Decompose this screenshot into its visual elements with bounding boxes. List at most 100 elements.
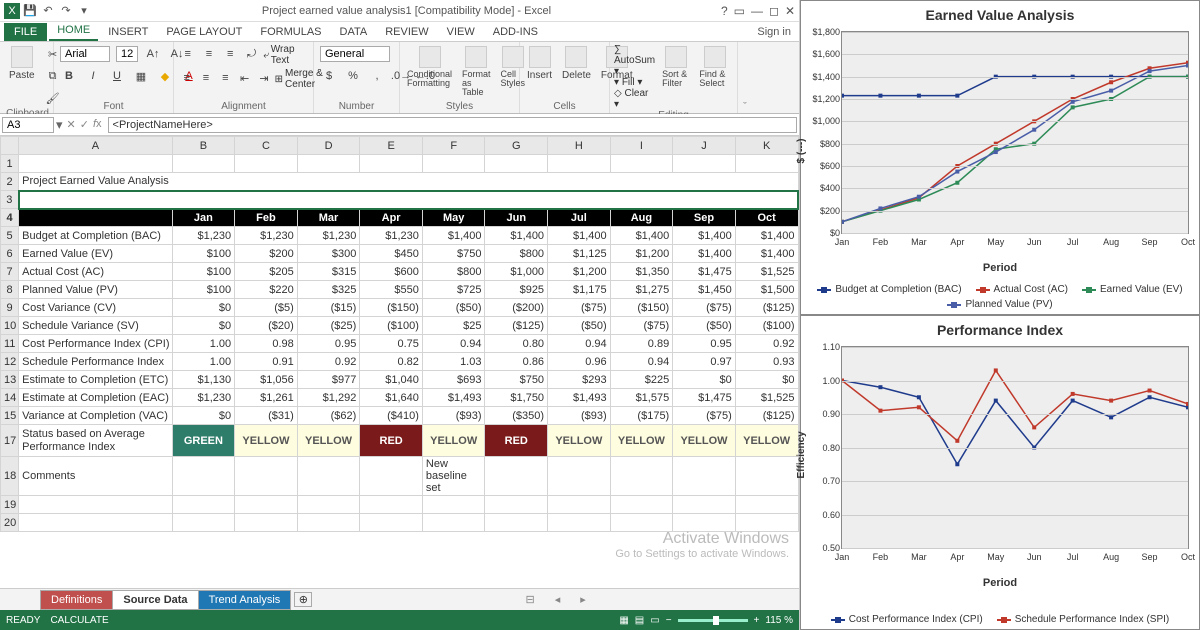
data-cell[interactable]: $1,400 [548,227,611,245]
fill-color-button[interactable]: ◆ [154,66,176,86]
status-cell[interactable]: YELLOW [235,425,298,457]
redo-icon[interactable]: ↷ [58,3,74,19]
data-cell[interactable]: $1,130 [172,371,235,389]
status-cell[interactable]: YELLOW [610,425,673,457]
row-header-14[interactable]: 14 [1,389,19,407]
comment-cell[interactable] [235,457,298,496]
data-cell[interactable]: $1,230 [235,227,298,245]
comment-cell[interactable] [735,457,798,496]
view-page-layout-icon[interactable]: ▤ [635,615,644,626]
italic-button[interactable]: I [82,66,104,86]
data-cell[interactable]: $977 [297,371,360,389]
comment-cell[interactable] [548,457,611,496]
data-cell[interactable]: $200 [235,245,298,263]
qat-dropdown-icon[interactable]: ▾ [76,3,92,19]
delete-cells-button[interactable]: Delete [559,44,594,83]
data-cell[interactable]: ($75) [673,299,736,317]
tab-home[interactable]: HOME [49,21,98,41]
data-cell[interactable]: 0.96 [548,353,611,371]
data-cell[interactable]: $1,400 [610,227,673,245]
data-cell[interactable]: $1,400 [422,227,485,245]
data-cell[interactable]: $1,040 [360,371,423,389]
row-header-19[interactable]: 19 [1,496,19,514]
data-cell[interactable]: $1,400 [673,245,736,263]
data-cell[interactable]: $225 [610,371,673,389]
data-cell[interactable]: ($75) [673,407,736,425]
data-cell[interactable]: ($175) [610,407,673,425]
accounting-icon[interactable]: $ [318,66,340,86]
col-header-G[interactable]: G [485,137,548,155]
data-cell[interactable]: $1,400 [735,245,798,263]
data-cell[interactable]: ($62) [297,407,360,425]
sort-filter-button[interactable]: Sort & Filter [659,44,692,90]
data-cell[interactable]: 0.89 [610,335,673,353]
col-header-A[interactable]: A [19,137,172,155]
data-cell[interactable]: $100 [172,245,235,263]
insert-cells-button[interactable]: Insert [524,44,555,83]
conditional-formatting-button[interactable]: Conditional Formatting [404,44,455,90]
zoom-in-icon[interactable]: + [754,615,760,626]
col-header-C[interactable]: C [235,137,298,155]
view-page-break-icon[interactable]: ▭ [650,615,659,626]
data-cell[interactable]: $0 [172,407,235,425]
data-cell[interactable]: 0.94 [422,335,485,353]
tab-insert[interactable]: INSERT [100,23,156,41]
zoom-slider[interactable] [678,619,748,622]
increase-indent-icon[interactable]: ⇥ [255,68,272,88]
data-cell[interactable]: $1,230 [172,227,235,245]
restore-icon[interactable]: ◻ [769,4,779,18]
data-cell[interactable]: $0 [172,317,235,335]
comment-cell[interactable] [297,457,360,496]
data-cell[interactable]: ($100) [360,317,423,335]
data-cell[interactable]: $1,200 [548,263,611,281]
data-cell[interactable]: $693 [422,371,485,389]
row-header-1[interactable]: 1 [1,155,19,173]
data-cell[interactable]: ($200) [485,299,548,317]
number-format-select[interactable] [320,46,390,62]
formula-input[interactable]: <ProjectNameHere> [108,117,797,133]
data-cell[interactable]: $315 [297,263,360,281]
comment-cell[interactable] [610,457,673,496]
data-cell[interactable]: $1,230 [360,227,423,245]
data-cell[interactable]: $325 [297,281,360,299]
autosum-button[interactable]: ∑ AutoSum ▾ [614,44,655,77]
data-cell[interactable]: $1,261 [235,389,298,407]
row-header-11[interactable]: 11 [1,335,19,353]
col-header-J[interactable]: J [673,137,736,155]
tab-page-layout[interactable]: PAGE LAYOUT [158,23,250,41]
col-header-K[interactable]: K [735,137,798,155]
project-name-cell[interactable] [19,191,798,209]
data-cell[interactable]: ($125) [735,299,798,317]
data-cell[interactable]: ($15) [297,299,360,317]
sheet-tab-definitions[interactable]: Definitions [40,590,113,610]
row-header-18[interactable]: 18 [1,457,19,496]
tab-review[interactable]: REVIEW [377,23,436,41]
row-header-4[interactable]: 4 [1,209,19,227]
tab-addins[interactable]: ADD-INS [485,23,546,41]
data-cell[interactable]: 1.00 [172,335,235,353]
sheet-tab-trend-analysis[interactable]: Trend Analysis [198,590,292,610]
row-header-17[interactable]: 17 [1,425,19,457]
comma-icon[interactable]: , [366,66,388,86]
col-header-E[interactable]: E [360,137,423,155]
data-cell[interactable]: ($93) [422,407,485,425]
data-cell[interactable]: 0.92 [735,335,798,353]
data-cell[interactable]: $1,400 [673,227,736,245]
fill-button[interactable]: ▾ Fill ▾ [614,77,655,88]
fx-icon[interactable]: fx [93,118,102,131]
data-cell[interactable]: 0.91 [235,353,298,371]
data-cell[interactable]: ($150) [360,299,423,317]
data-cell[interactable]: $1,450 [673,281,736,299]
data-cell[interactable]: $0 [172,299,235,317]
row-header-13[interactable]: 13 [1,371,19,389]
data-cell[interactable]: ($410) [360,407,423,425]
data-cell[interactable]: 0.97 [673,353,736,371]
paste-button[interactable]: Paste [6,44,38,83]
horizontal-scrollbar[interactable]: ⊟◂▸ [312,593,799,606]
tab-data[interactable]: DATA [332,23,376,41]
data-cell[interactable]: 0.75 [360,335,423,353]
data-cell[interactable]: 1.00 [172,353,235,371]
data-cell[interactable]: $1,640 [360,389,423,407]
row-header-8[interactable]: 8 [1,281,19,299]
data-cell[interactable]: $800 [422,263,485,281]
